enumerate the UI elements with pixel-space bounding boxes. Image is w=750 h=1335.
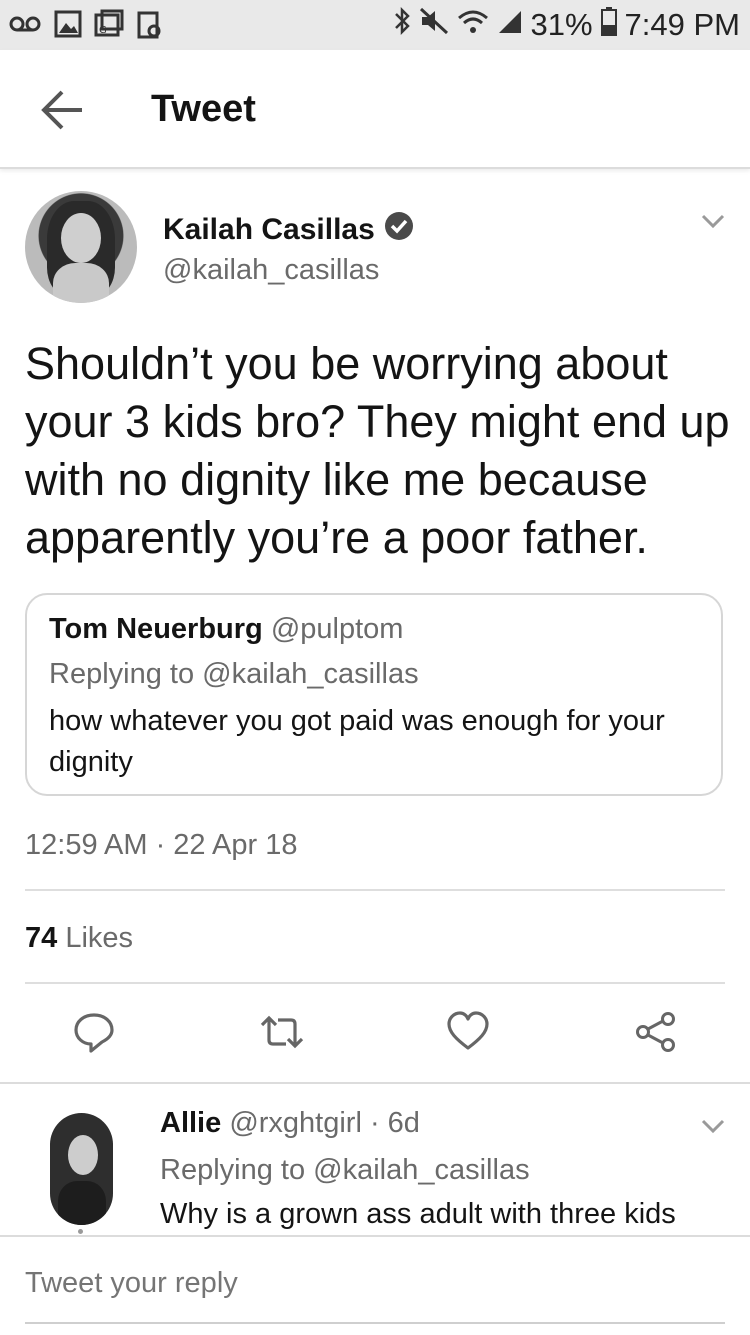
status-time: 7:49 PM: [624, 7, 740, 42]
chevron-down-icon[interactable]: [700, 1117, 726, 1140]
divider: [25, 982, 725, 984]
quoted-replying-to: Replying to @kailah_casillas: [49, 658, 419, 690]
battery-icon: [600, 6, 617, 44]
author-name-line[interactable]: Kailah Casillas: [163, 210, 415, 250]
page-title: Tweet: [151, 88, 256, 130]
signal-icon: [497, 7, 523, 43]
voicemail-icon: [8, 11, 42, 42]
status-bar: G 31% 7:49 PM: [0, 0, 750, 50]
section-divider: [0, 1082, 750, 1084]
divider: [25, 889, 725, 891]
reply-header[interactable]: Allie @rxghtgirl · 6d: [160, 1107, 420, 1140]
mute-icon: [419, 7, 449, 43]
clipboard-icon: [136, 9, 162, 44]
reply-replying-to: Replying to @kailah_casillas: [160, 1154, 530, 1186]
thread-indicator: [78, 1229, 83, 1234]
tweet-text: Shouldn’t you be worrying about your 3 k…: [25, 338, 730, 563]
reply-text: Why is a grown ass adult with three kids: [160, 1198, 676, 1230]
wifi-icon: [457, 7, 489, 43]
likes-count[interactable]: 74 Likes: [25, 922, 133, 955]
quoted-author-name: Tom Neuerburg: [49, 613, 263, 645]
reply-author-name[interactable]: Allie: [160, 1107, 221, 1139]
chevron-down-icon[interactable]: [700, 212, 726, 235]
battery-percent: 31%: [530, 7, 593, 42]
tweet-actions: [0, 1010, 750, 1060]
reply-author-meta: @rxghtgirl · 6d: [229, 1107, 420, 1139]
share-icon[interactable]: [634, 1010, 678, 1059]
reply-icon[interactable]: [72, 1010, 116, 1059]
tweet-timestamp: 12:59 AM · 22 Apr 18: [25, 829, 298, 861]
author-handle[interactable]: @kailah_casillas: [163, 254, 379, 287]
verified-badge-icon: [383, 210, 415, 250]
author-name[interactable]: Kailah Casillas: [163, 213, 375, 247]
retweet-icon[interactable]: [258, 1010, 306, 1059]
quoted-author-handle: @pulptom: [270, 613, 404, 645]
gallery-icon: G: [94, 9, 124, 44]
status-bar-notifications: G: [8, 9, 162, 44]
reply-input-underline: [25, 1322, 725, 1324]
quoted-tweet-header: Tom Neuerburg @pulptom: [49, 613, 403, 646]
header: Tweet: [0, 50, 750, 169]
quoted-tweet-card[interactable]: Tom Neuerburg @pulptom Replying to @kail…: [25, 593, 723, 796]
quoted-tweet-text: how whatever you got paid was enough for…: [49, 705, 665, 778]
svg-text:G: G: [99, 25, 107, 36]
reply-avatar[interactable]: [50, 1113, 113, 1225]
back-arrow-icon[interactable]: [38, 88, 86, 137]
reply-input[interactable]: [25, 1267, 725, 1300]
likes-label: Likes: [65, 922, 134, 954]
reply-composer: [0, 1235, 750, 1335]
author-avatar[interactable]: [25, 191, 137, 303]
image-icon: [54, 10, 82, 43]
like-icon[interactable]: [446, 1010, 490, 1057]
likes-number: 74: [25, 922, 58, 954]
bluetooth-icon: [393, 6, 411, 44]
status-bar-system: 31% 7:49 PM: [393, 6, 740, 44]
